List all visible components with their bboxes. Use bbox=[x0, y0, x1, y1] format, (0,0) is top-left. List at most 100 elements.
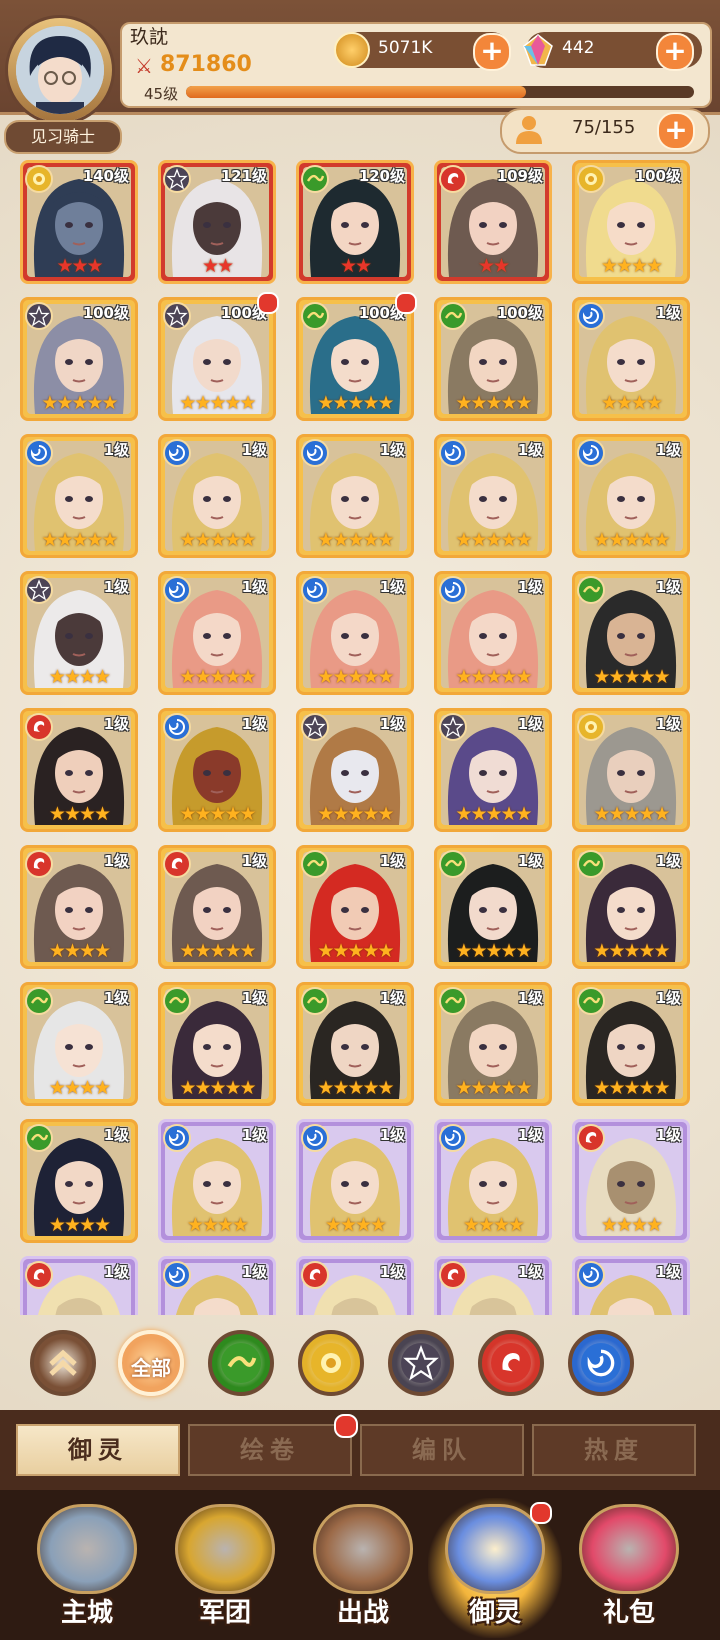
red-element-icon bbox=[25, 850, 53, 878]
hero-card[interactable]: 1级 ★★★★★ bbox=[572, 571, 690, 695]
hero-card[interactable]: 1级 ★★★★★ bbox=[296, 571, 414, 695]
hero-card[interactable]: 1级 ★★★★★ bbox=[296, 845, 414, 969]
hero-card[interactable]: 1级 bbox=[572, 1256, 690, 1315]
expand-capacity-button[interactable]: + bbox=[657, 112, 695, 150]
hero-card[interactable]: 100级 ★★★★★ bbox=[158, 292, 279, 421]
hero-card[interactable]: 1级 ★★★★ bbox=[20, 708, 138, 832]
hero-card[interactable]: 100级 ★★★★★ bbox=[434, 297, 552, 421]
blue-element-icon bbox=[577, 1261, 605, 1289]
tab-3[interactable]: 热度 bbox=[532, 1424, 696, 1476]
hero-card[interactable]: 1级 ★★★★ bbox=[20, 845, 138, 969]
hero-card[interactable]: 1级 ★★★★★ bbox=[572, 845, 690, 969]
filter-blue-button[interactable] bbox=[568, 1330, 634, 1396]
blue-element-icon bbox=[163, 713, 191, 741]
hero-card[interactable]: 1级 ★★★★★ bbox=[158, 571, 276, 695]
hero-card[interactable]: 100级 ★★★★★ bbox=[20, 297, 138, 421]
blue-element-icon bbox=[439, 439, 467, 467]
green-element-icon bbox=[25, 987, 53, 1015]
hero-card[interactable]: 100级 ★★★★★ bbox=[296, 292, 417, 421]
hero-card[interactable]: 1级 ★★★★ bbox=[20, 982, 138, 1106]
hero-card[interactable]: 1级 ★★★★ bbox=[572, 297, 690, 421]
star-rating: ★★★★★ bbox=[41, 529, 118, 551]
rank-badge: 见习骑士 bbox=[4, 120, 122, 154]
nav-item-3[interactable]: 御灵 bbox=[430, 1500, 560, 1630]
hero-card[interactable]: 1级 ★★★★★ bbox=[296, 434, 414, 558]
nav-item-1[interactable]: 军团 bbox=[160, 1500, 290, 1630]
hero-card[interactable]: 1级 ★★★★★ bbox=[158, 708, 276, 832]
star-rating: ★★★★★ bbox=[317, 803, 394, 825]
hero-level: 1级 bbox=[517, 1126, 543, 1144]
nav-item-4[interactable]: 礼包 bbox=[564, 1500, 694, 1630]
filter-green-button[interactable] bbox=[208, 1330, 274, 1396]
blue-element-icon bbox=[577, 439, 605, 467]
hero-card[interactable]: 1级 ★★★★★ bbox=[158, 434, 276, 558]
hero-card[interactable]: 140级 ★★★ bbox=[20, 160, 138, 284]
hero-level: 1级 bbox=[241, 1126, 267, 1144]
hero-card[interactable]: 1级 ★★★★ bbox=[572, 1119, 690, 1243]
star-rating: ★★★★ bbox=[600, 1214, 663, 1236]
green-element-icon bbox=[439, 302, 467, 330]
hero-card[interactable]: 120级 ★★ bbox=[296, 160, 414, 284]
blue-element-icon bbox=[163, 439, 191, 467]
hero-level: 140级 bbox=[82, 167, 129, 185]
star-rating: ★★★ bbox=[56, 255, 103, 277]
dark-element-icon bbox=[163, 165, 191, 193]
hero-card[interactable]: 1级 ★★★★★ bbox=[572, 708, 690, 832]
green-element-icon bbox=[301, 302, 329, 330]
hero-card[interactable]: 1级 ★★★★★ bbox=[434, 845, 552, 969]
filter-red-button[interactable] bbox=[478, 1330, 544, 1396]
star-rating: ★★★★ bbox=[462, 1214, 525, 1236]
avatar[interactable] bbox=[16, 26, 104, 114]
blue-element-icon bbox=[577, 302, 605, 330]
filter-all-button[interactable]: 全部 bbox=[118, 1330, 184, 1396]
tab-1[interactable]: 绘卷 bbox=[188, 1424, 352, 1476]
filter-collapse-button[interactable] bbox=[30, 1330, 96, 1396]
hero-card[interactable]: 1级 ★★★★★ bbox=[434, 982, 552, 1106]
hero-level: 109级 bbox=[496, 167, 543, 185]
nav-item-2[interactable]: 出战 bbox=[298, 1500, 428, 1630]
filter-gold-button[interactable] bbox=[298, 1330, 364, 1396]
add-gems-button[interactable]: + bbox=[656, 33, 694, 71]
hero-card[interactable]: 121级 ★★ bbox=[158, 160, 276, 284]
hero-card[interactable]: 100级 ★★★★ bbox=[572, 160, 690, 284]
red-element-icon bbox=[301, 1261, 329, 1289]
hero-card[interactable]: 1级 ★★★★★ bbox=[296, 708, 414, 832]
hero-level: 1级 bbox=[379, 578, 405, 596]
dark-element-icon bbox=[301, 713, 329, 741]
nav-item-0[interactable]: 主城 bbox=[22, 1500, 152, 1630]
green-element-icon bbox=[577, 576, 605, 604]
add-coins-button[interactable]: + bbox=[473, 33, 511, 71]
hero-card[interactable]: 1级 ★★★★★ bbox=[158, 845, 276, 969]
tab-0[interactable]: 御灵 bbox=[16, 1424, 180, 1476]
hero-card[interactable]: 1级 ★★★★★ bbox=[20, 434, 138, 558]
hero-card[interactable]: 1级 ★★★★ bbox=[20, 571, 138, 695]
hero-level: 1级 bbox=[241, 1263, 267, 1281]
blue-element-icon bbox=[301, 576, 329, 604]
hero-level: 1级 bbox=[241, 578, 267, 596]
hero-card[interactable]: 1级 ★★★★★ bbox=[434, 708, 552, 832]
hero-card[interactable]: 1级 ★★★★★ bbox=[434, 571, 552, 695]
hero-card[interactable]: 1级 ★★★★★ bbox=[296, 982, 414, 1106]
hero-level: 1级 bbox=[655, 1126, 681, 1144]
hero-card[interactable]: 1级 ★★★★ bbox=[20, 1119, 138, 1243]
hero-card[interactable]: 1级 bbox=[434, 1256, 552, 1315]
hero-card[interactable]: 1级 ★★★★ bbox=[296, 1119, 414, 1243]
hero-level: 1级 bbox=[655, 441, 681, 459]
hero-card[interactable]: 1级 bbox=[20, 1256, 138, 1315]
hero-card[interactable]: 1级 bbox=[158, 1256, 276, 1315]
hero-card[interactable]: 1级 ★★★★★ bbox=[572, 434, 690, 558]
hero-card[interactable]: 1级 ★★★★★ bbox=[158, 982, 276, 1106]
hero-card[interactable]: 1级 ★★★★★ bbox=[434, 434, 552, 558]
hero-card[interactable]: 109级 ★★ bbox=[434, 160, 552, 284]
tab-2[interactable]: 编队 bbox=[360, 1424, 524, 1476]
star-rating: ★★★★★ bbox=[455, 803, 532, 825]
filter-dark-button[interactable] bbox=[388, 1330, 454, 1396]
hero-card[interactable]: 1级 ★★★★ bbox=[158, 1119, 276, 1243]
hero-card[interactable]: 1级 ★★★★★ bbox=[572, 982, 690, 1106]
hero-card[interactable]: 1级 ★★★★ bbox=[434, 1119, 552, 1243]
green-element-icon bbox=[301, 850, 329, 878]
hero-level: 1级 bbox=[379, 852, 405, 870]
nav-icon bbox=[37, 1504, 137, 1594]
gold-element-icon bbox=[577, 713, 605, 741]
hero-card[interactable]: 1级 bbox=[296, 1256, 414, 1315]
